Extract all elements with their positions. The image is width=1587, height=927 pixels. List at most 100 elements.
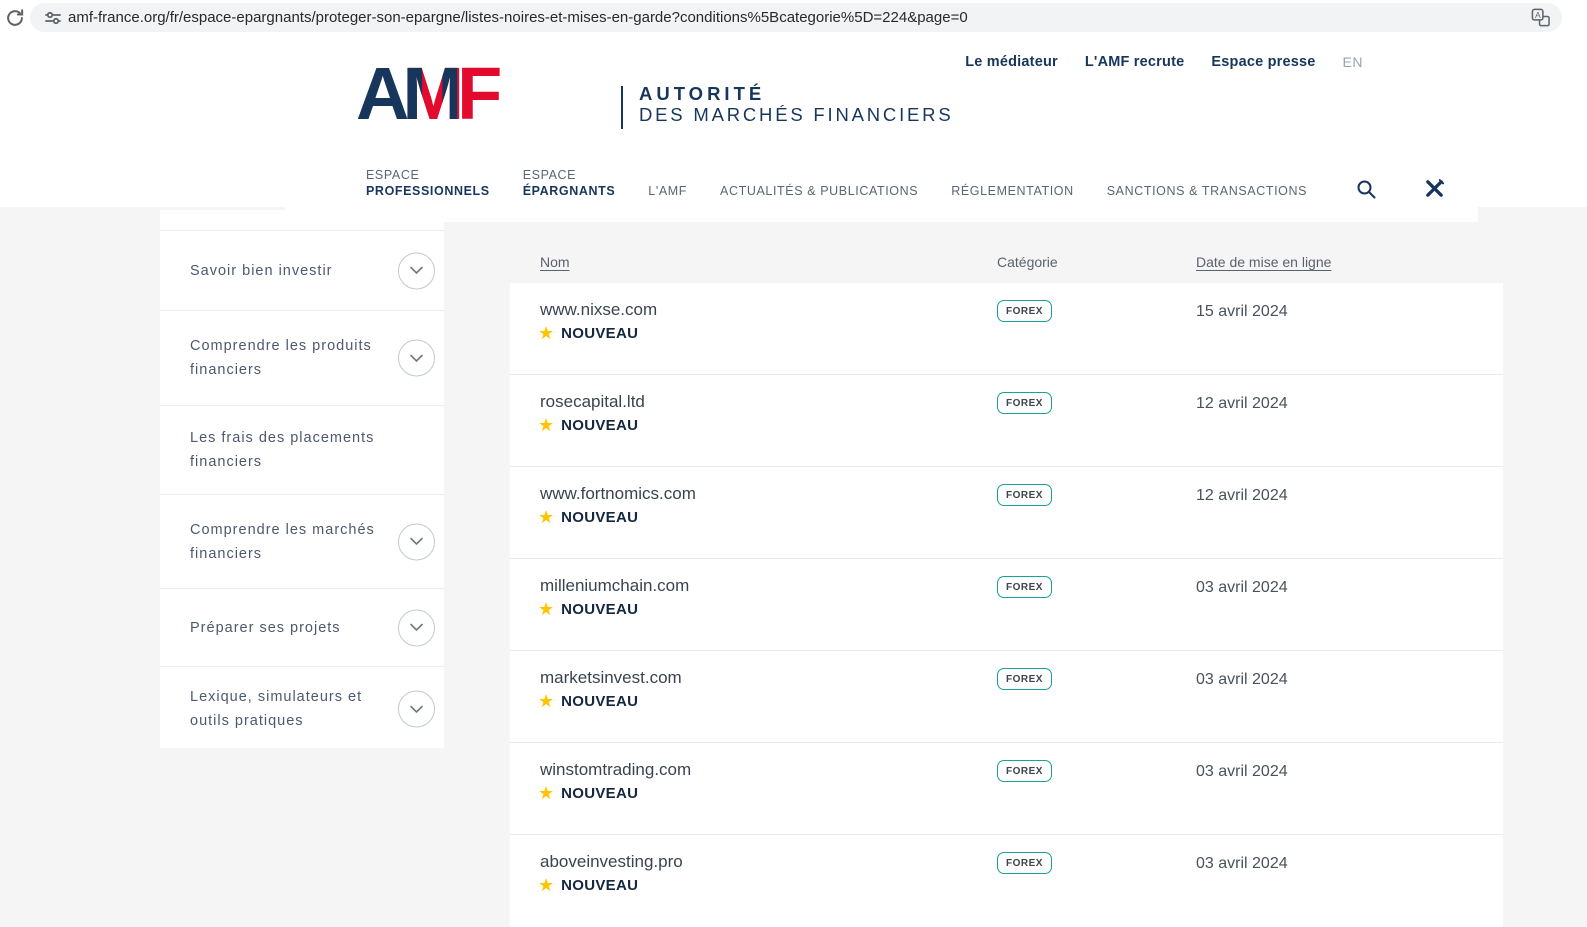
new-label: NOUVEAU	[561, 417, 638, 434]
sidebar-item[interactable]: Comprendre les produits financiers	[160, 311, 444, 406]
nav-item-actualit-s-publications[interactable]: ACTUALITÉS & PUBLICATIONS	[720, 184, 918, 201]
address-bar[interactable]: amf-france.org/fr/espace-epargnants/prot…	[30, 3, 1562, 32]
category-badge: FOREX	[997, 392, 1052, 414]
star-icon: ★	[538, 416, 554, 434]
row-new-flag: ★ NOUVEAU	[538, 508, 638, 526]
sidebar-item[interactable]: Lexique, simulateurs et outils pratiques	[160, 667, 444, 748]
chevron-down-icon[interactable]	[398, 252, 435, 289]
main-nav: ESPACE PROFESSIONNELS ESPACE ÉPARGNANTS …	[366, 168, 1447, 201]
star-icon: ★	[538, 876, 554, 894]
star-icon: ★	[538, 692, 554, 710]
sidebar-item-label: Les frais des placements financiers	[190, 426, 382, 474]
table-row: www.fortnomics.com ★ NOUVEAU FOREX 12 av…	[510, 467, 1503, 559]
nav-item-sanctions-transactions[interactable]: SANCTIONS & TRANSACTIONS	[1107, 184, 1307, 201]
amf-logo[interactable]: AMMMF	[356, 57, 495, 131]
star-icon: ★	[538, 784, 554, 802]
sidebar-top-sliver	[160, 210, 444, 231]
row-site-name: winstomtrading.com	[540, 760, 691, 780]
star-icon: ★	[538, 324, 554, 342]
nav-item-label: RÉGLEMENTATION	[951, 184, 1074, 198]
url-text[interactable]: amf-france.org/fr/espace-epargnants/prot…	[68, 3, 968, 32]
sidebar-item-label: Préparer ses projets	[190, 616, 341, 640]
chevron-down-icon[interactable]	[398, 523, 435, 560]
page: amf-france.org/fr/espace-epargnants/prot…	[0, 0, 1587, 927]
nav-item-label: SANCTIONS & TRANSACTIONS	[1107, 184, 1307, 198]
header-extension	[285, 207, 1478, 222]
star-icon: ★	[538, 508, 554, 526]
amf-logo-letters: AMMMF	[356, 57, 495, 131]
column-header-date[interactable]: Date de mise en ligne	[1196, 254, 1331, 270]
top-link[interactable]: Le médiateur	[965, 54, 1058, 70]
sidebar-item-label: Comprendre les marchés financiers	[190, 518, 382, 566]
browser-bar: amf-france.org/fr/espace-epargnants/prot…	[0, 0, 1587, 35]
category-badge: FOREX	[997, 852, 1052, 874]
site-header: Le médiateur L'AMF recrute Espace presse…	[0, 35, 1587, 207]
row-new-flag: ★ NOUVEAU	[538, 784, 638, 802]
sidebar-item[interactable]: Savoir bien investir	[160, 231, 444, 311]
nav-item-professionnels[interactable]: ESPACE PROFESSIONNELS	[366, 168, 490, 201]
top-link[interactable]: Espace presse	[1211, 54, 1315, 70]
nav-item-label: PROFESSIONNELS	[366, 184, 490, 198]
row-site-name: www.nixse.com	[540, 300, 657, 320]
row-site-name: aboveinvesting.pro	[540, 852, 683, 872]
star-icon: ★	[538, 600, 554, 618]
nav-item-r-glementation[interactable]: RÉGLEMENTATION	[951, 184, 1074, 201]
row-new-flag: ★ NOUVEAU	[538, 324, 638, 342]
category-badge: FOREX	[997, 484, 1052, 506]
sidebar-item-label: Savoir bien investir	[190, 259, 333, 283]
row-new-flag: ★ NOUVEAU	[538, 692, 638, 710]
new-label: NOUVEAU	[561, 785, 638, 802]
blacklist-table: www.nixse.com ★ NOUVEAU FOREX 15 avril 2…	[510, 283, 1503, 927]
brand-text: AUTORITÉ DES MARCHÉS FINANCIERS	[639, 83, 953, 125]
sidebar-item-label: Lexique, simulateurs et outils pratiques	[190, 685, 382, 733]
nav-item-label: ACTUALITÉS & PUBLICATIONS	[720, 184, 918, 198]
reload-icon[interactable]	[4, 7, 26, 29]
new-label: NOUVEAU	[561, 325, 638, 342]
category-badge: FOREX	[997, 576, 1052, 598]
translate-icon[interactable]: A	[1531, 8, 1550, 27]
row-date: 12 avril 2024	[1196, 395, 1288, 413]
nav-item-label: ÉPARGNANTS	[523, 184, 616, 198]
language-toggle[interactable]: EN	[1343, 54, 1363, 70]
category-badge: FOREX	[997, 668, 1052, 690]
row-new-flag: ★ NOUVEAU	[538, 416, 638, 434]
search-icon[interactable]	[1354, 177, 1378, 201]
nav-item--pargnants[interactable]: ESPACE ÉPARGNANTS	[523, 168, 616, 201]
top-link[interactable]: L'AMF recrute	[1085, 54, 1185, 70]
table-row: aboveinvesting.pro ★ NOUVEAU FOREX 03 av…	[510, 835, 1503, 927]
row-site-name: marketsinvest.com	[540, 668, 682, 688]
sidebar-item[interactable]: Les frais des placements financiers	[160, 406, 444, 495]
nav-item-l-amf[interactable]: L'AMF	[648, 184, 687, 201]
table-row: marketsinvest.com ★ NOUVEAU FOREX 03 avr…	[510, 651, 1503, 743]
brand-line2: DES MARCHÉS FINANCIERS	[639, 104, 953, 125]
svg-text:A: A	[1535, 10, 1541, 20]
content-area: Savoir bien investir Comprendre les prod…	[0, 207, 1587, 927]
chevron-down-icon[interactable]	[398, 609, 435, 646]
top-links: Le médiateur L'AMF recrute Espace presse…	[965, 54, 1363, 70]
row-new-flag: ★ NOUVEAU	[538, 876, 638, 894]
column-header-categorie: Catégorie	[997, 254, 1058, 270]
tools-icon[interactable]	[1423, 177, 1447, 201]
sidebar-item-label: Comprendre les produits financiers	[190, 334, 382, 382]
row-date: 15 avril 2024	[1196, 303, 1288, 321]
row-site-name: rosecapital.ltd	[540, 392, 645, 412]
row-date: 03 avril 2024	[1196, 855, 1288, 873]
column-header-nom[interactable]: Nom	[540, 254, 570, 270]
table-row: www.nixse.com ★ NOUVEAU FOREX 15 avril 2…	[510, 283, 1503, 375]
chevron-down-icon[interactable]	[398, 340, 435, 377]
row-site-name: www.fortnomics.com	[540, 484, 696, 504]
table-row: winstomtrading.com ★ NOUVEAU FOREX 03 av…	[510, 743, 1503, 835]
sidebar-item[interactable]: Préparer ses projets	[160, 589, 444, 667]
nav-item-eyebrow: ESPACE	[523, 168, 616, 183]
category-badge: FOREX	[997, 760, 1052, 782]
table-row: rosecapital.ltd ★ NOUVEAU FOREX 12 avril…	[510, 375, 1503, 467]
chevron-down-icon[interactable]	[398, 691, 435, 728]
row-date: 03 avril 2024	[1196, 579, 1288, 597]
category-badge: FOREX	[997, 300, 1052, 322]
row-site-name: milleniumchain.com	[540, 576, 689, 596]
nav-item-eyebrow: ESPACE	[366, 168, 490, 183]
row-date: 12 avril 2024	[1196, 487, 1288, 505]
sidebar-item[interactable]: Comprendre les marchés financiers	[160, 495, 444, 589]
new-label: NOUVEAU	[561, 877, 638, 894]
site-settings-icon[interactable]	[44, 9, 62, 27]
